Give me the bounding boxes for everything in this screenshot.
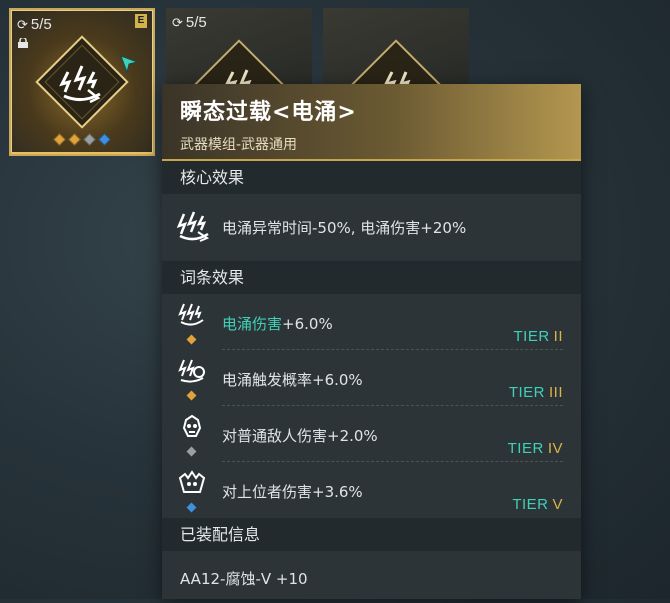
mod-slot-1[interactable]: ⟳ 5/5 E (9, 8, 155, 156)
lock-icon (18, 38, 28, 48)
affix-text: 对普通敌人伤害+2.0% (222, 427, 378, 445)
affix-row: 对普通敌人伤害+2.0% TIER IV (162, 406, 581, 462)
core-effect-row: 电涌异常时间-50%, 电涌伤害+20% (162, 194, 581, 261)
affix-text: 电涌触发概率+6.0% (222, 371, 363, 389)
gem-gray-icon (83, 133, 96, 146)
gem-gold-icon (186, 390, 197, 401)
core-effect-text: 电涌异常时间-50%, 电涌伤害+20% (222, 219, 467, 237)
rarity-tag: E (135, 14, 147, 28)
affix-effect-header: 词条效果 (162, 261, 581, 294)
sync-icon: ⟳ (17, 17, 28, 32)
tier-label: TIER III (508, 384, 563, 401)
gem-gold-icon (186, 334, 197, 345)
tier-label: TIER II (513, 328, 563, 345)
pointer-icon (120, 55, 139, 74)
gem-gold-icon (53, 133, 66, 146)
equip-info-row: AA12-腐蚀-V +10 (162, 551, 581, 603)
equipped-weapon: AA12-腐蚀-V +10 (180, 570, 308, 588)
stack-count: ⟳ 5/5 (17, 16, 52, 33)
mod-subtitle: 武器模组-武器通用 (180, 137, 298, 153)
gem-blue-icon (98, 133, 111, 146)
sync-icon: ⟳ (172, 15, 183, 30)
affix-row: 电涌触发概率+6.0% TIER III (162, 350, 581, 406)
core-effect-header: 核心效果 (162, 161, 581, 194)
surge-trigger-icon (178, 359, 205, 383)
normal-enemy-icon (182, 414, 202, 437)
gem-blue-icon (186, 502, 197, 513)
mod-detail-panel: 瞬态过载<电涌> 武器模组-武器通用 核心效果 电涌异常时间-50%, 电涌伤害… (162, 84, 581, 599)
mod-title: 瞬态过载<电涌> (180, 100, 357, 125)
stack-count: ⟳ 5/5 (172, 14, 207, 31)
surge-mod-icon (35, 35, 129, 129)
affix-row: 电涌伤害+6.0% TIER II (162, 294, 581, 350)
gem-gray-icon (186, 446, 197, 457)
tier-label: TIER V (512, 496, 563, 513)
selected-bar (11, 152, 153, 154)
slot-gems (11, 129, 153, 148)
equip-info-header: 已装配信息 (162, 518, 581, 551)
gem-gold-icon (68, 133, 81, 146)
affix-row: 对上位者伤害+3.6% TIER V (162, 462, 581, 518)
tier-label: TIER IV (507, 440, 563, 457)
affix-text: 对上位者伤害+3.6% (222, 483, 363, 501)
surge-icon (176, 211, 210, 242)
elite-enemy-icon (178, 470, 206, 493)
affix-text: 电涌伤害+6.0% (222, 315, 333, 333)
panel-header: 瞬态过载<电涌> 武器模组-武器通用 (162, 84, 581, 161)
surge-damage-icon (178, 303, 204, 326)
